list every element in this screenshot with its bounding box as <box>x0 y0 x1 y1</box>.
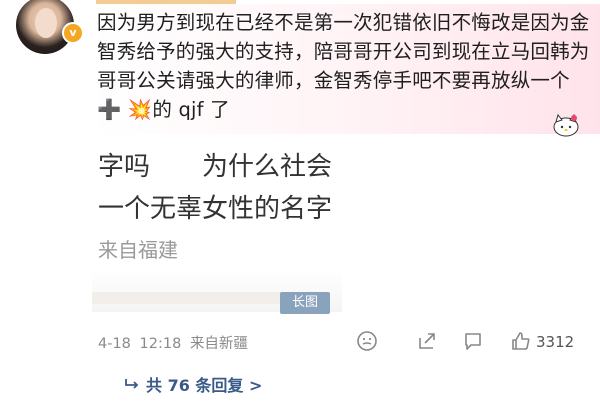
quoted-line-1: 字吗 为什么社会 <box>98 152 333 182</box>
reply-arrow-icon <box>125 379 139 389</box>
long-image-badge: 长图 <box>280 292 330 314</box>
verified-badge-icon: v <box>62 22 84 44</box>
hello-kitty-decoration-icon <box>553 113 579 137</box>
comment-source: 来自新疆 <box>189 336 248 352</box>
like-count: 3312 <box>536 333 575 351</box>
quoted-line-3: 来自福建 <box>98 238 178 262</box>
plus-emoji-icon: ➕ <box>97 98 122 121</box>
comment-date: 4-18 <box>98 336 131 352</box>
comment-meta: 4-18 12:18 来自新疆 <box>98 332 252 353</box>
share-icon[interactable] <box>416 330 438 352</box>
comment-time: 12:18 <box>139 336 182 352</box>
like-icon[interactable] <box>510 330 532 352</box>
quoted-image[interactable]: 字吗 为什么社会 一个无辜女性的名字 来自福建 <box>92 142 342 312</box>
comment-text-part2: 的 qjf 了 <box>152 98 230 121</box>
boom-emoji-icon: 💥 <box>127 98 153 121</box>
comment-text: 因为男方到现在已经不是第一次犯错依旧不悔改是因为金智秀给予的强大的支持，陪哥哥开… <box>97 8 597 124</box>
quoted-line-2: 一个无辜女性的名字 <box>98 194 333 224</box>
view-replies-link[interactable]: 共 76 条回复 > <box>124 372 324 396</box>
image-fade-strip <box>92 292 282 304</box>
replies-label[interactable]: 共 76 条回复 > <box>146 372 262 396</box>
smiley-icon[interactable] <box>356 330 378 352</box>
comment-icon[interactable] <box>462 330 484 352</box>
comment-text-part1: 因为男方到现在已经不是第一次犯错依旧不悔改是因为金智秀给予的强大的支持，陪哥哥开… <box>97 11 590 92</box>
